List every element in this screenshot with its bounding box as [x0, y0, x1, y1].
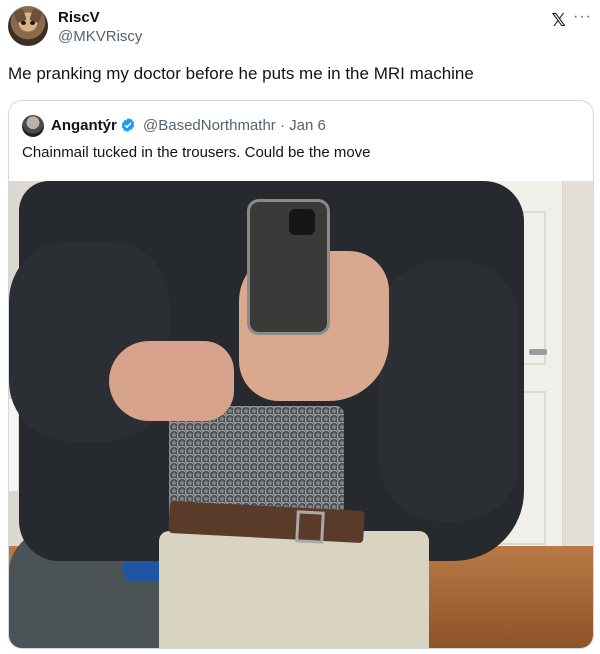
- tweet-photo[interactable]: [9, 181, 593, 648]
- more-options-icon[interactable]: ···: [573, 8, 592, 26]
- quoted-author-avatar[interactable]: [22, 115, 44, 137]
- quoted-handle-and-date[interactable]: @BasedNorthmathr · Jan 6: [143, 117, 326, 134]
- author-display-name[interactable]: RiscV: [58, 9, 100, 26]
- trousers: [159, 531, 429, 648]
- quoted-author-display-name[interactable]: Angantýr: [51, 117, 117, 134]
- author-avatar[interactable]: [8, 6, 48, 46]
- x-logo-icon[interactable]: 𝕏: [551, 10, 566, 31]
- verified-badge-icon: [121, 118, 135, 132]
- phone-camera-icon: [289, 209, 315, 235]
- tweet-text: Me pranking my doctor before he puts me …: [8, 64, 474, 83]
- quoted-tweet-card[interactable]: Angantýr @BasedNorthmathr · Jan 6 Chainm…: [8, 100, 594, 649]
- quoted-tweet-text: Chainmail tucked in the trousers. Could …: [22, 144, 371, 161]
- post-header: RiscV @MKVRiscy 𝕏 ···: [8, 6, 592, 50]
- author-handle[interactable]: @MKVRiscy: [58, 28, 142, 45]
